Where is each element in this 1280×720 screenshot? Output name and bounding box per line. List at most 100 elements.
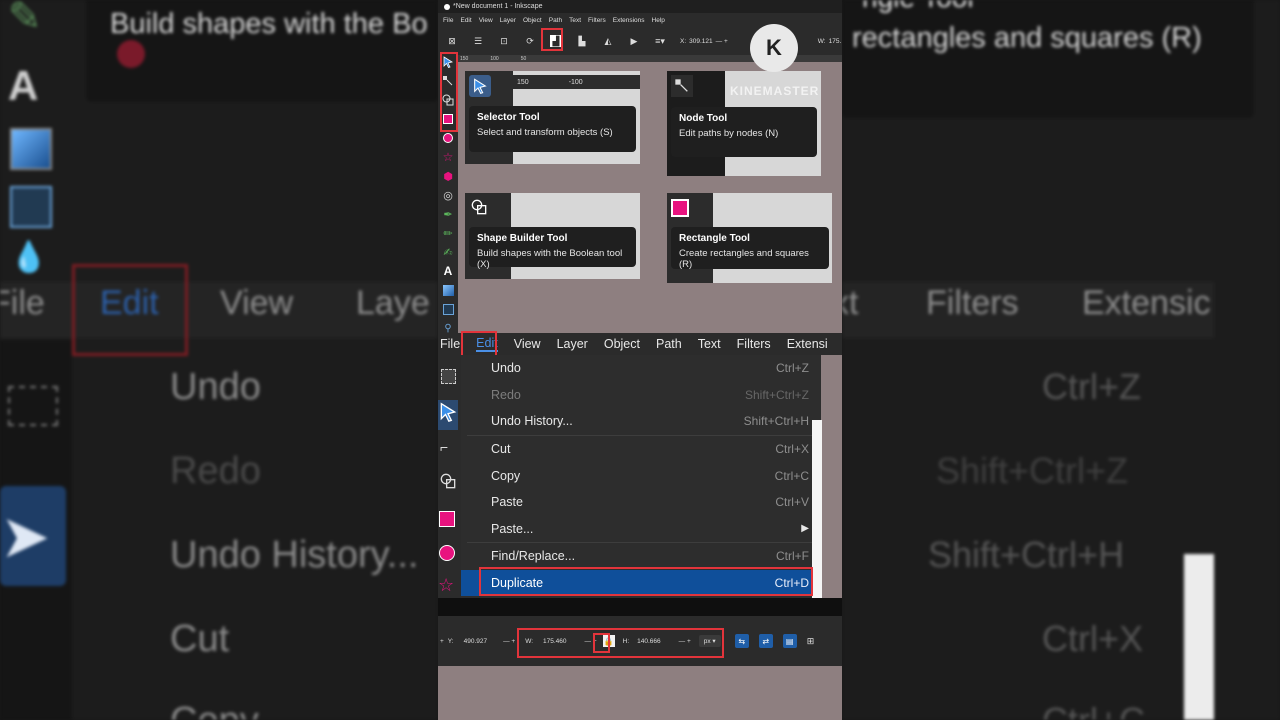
select-all-layers-icon[interactable]: ☰ [472,35,484,47]
menu-item-find-replace-label: Find/Replace... [491,549,576,564]
pencil-tool-icon[interactable]: ✏ [441,226,455,240]
shape-builder-tool-icon[interactable] [441,93,455,107]
menu-item-cut[interactable]: Cut Ctrl+X [461,436,821,463]
toolbox: ☆ ⬢ ◎ ✒ ✏ ✍ A ⚲ [438,52,458,342]
menu-help[interactable]: Help [652,17,665,24]
card-selector-tool: 150 -100 Selector Tool Select and transfo… [465,71,640,164]
mesh-tool-icon[interactable] [441,302,455,316]
selector-tool-zoomed-icon[interactable] [438,400,458,430]
w-value: 175.460 [543,637,567,645]
w-stepper[interactable]: — + [585,638,597,645]
h-field[interactable]: H: 140.666 — + [623,638,691,645]
menu-item-paste[interactable]: Paste Ctrl+V [461,489,821,516]
selector-tool-icon[interactable] [441,55,455,69]
flip-vertical-icon[interactable]: ▶ [628,35,640,47]
menu2-path[interactable]: Path [656,337,682,351]
rotate-icon[interactable]: ⟳ [524,35,536,47]
shape-builder-zoomed-icon[interactable] [440,473,456,494]
menu-filters[interactable]: Filters [588,17,606,24]
card-shape-builder-tool: Shape Builder Tool Build shapes with the… [465,193,640,279]
w-value-top: 175. [828,37,842,45]
spiral-tool-icon[interactable]: ◎ [441,188,455,202]
rectangle-tool-icon[interactable] [441,112,455,126]
ellipse-zoomed-icon[interactable] [439,545,455,561]
menu-item-redo: Redo Shift+Ctrl+Z [461,382,821,409]
node-tool-zoomed-icon[interactable]: ⌐ [440,439,448,455]
menu2-text[interactable]: Text [698,337,721,351]
scale-stroke-icon[interactable]: ⇆ [734,634,749,648]
gradient-tool-icon[interactable] [441,283,455,297]
pen-tool-icon[interactable]: ✒ [441,207,455,221]
bg-item-copy: Copy [170,700,259,720]
menu-layer[interactable]: Layer [500,17,516,24]
menu2-extensions[interactable]: Extensi [787,337,828,351]
star-tool-icon[interactable]: ☆ [441,150,455,164]
tooltip-rectangle-title: Rectangle Tool [679,233,750,244]
bg-menu-edit: Edit [100,284,159,322]
menu-item-paste-submenu[interactable]: Paste... ▶ [461,516,821,543]
w-field-top[interactable]: W: 175. [818,38,841,45]
lock-ratio-icon[interactable]: 🔒 [602,635,615,647]
dropdown-scrollbar[interactable] [812,420,822,598]
calligraphy-tool-icon[interactable]: ✍ [441,245,455,259]
box-3d-tool-icon[interactable]: ⬢ [441,169,455,183]
menu-item-undo-history[interactable]: Undo History... Shift+Ctrl+H [461,408,821,435]
move-patterns-icon[interactable]: ⊞ [807,636,815,647]
menu-item-paste-label: Paste [491,495,523,510]
menu-item-copy[interactable]: Copy Ctrl+C [461,462,821,489]
menu2-filters[interactable]: Filters [737,337,771,351]
menu-item-redo-shortcut: Shift+Ctrl+Z [744,387,809,402]
raise-to-top-icon[interactable]: ▟ [550,35,562,47]
menu-edit[interactable]: Edit [460,17,471,24]
node-tool-icon[interactable] [441,74,455,88]
ruler-label-2: 100 [490,55,499,62]
toolbox-zoomed: ⌐ ☆ [438,355,461,598]
text-tool-icon[interactable]: A [441,264,455,278]
menu-item-undo[interactable]: Undo Ctrl+Z [461,355,821,382]
menu-object[interactable]: Object [523,17,542,24]
blurred-background-right: ngle Tool rectangles and squares (R) xt … [842,0,1280,720]
bg-shortcut-undo: Ctrl+Z [1042,366,1141,407]
menu-item-find-replace[interactable]: Find/Replace... Ctrl+F [461,543,821,570]
unit-select[interactable]: px ▾ [698,635,721,647]
align-dropdown-icon[interactable]: ≡▾ [654,35,666,47]
menu2-layer[interactable]: Layer [557,337,588,351]
select-all-icon[interactable]: ⊠ [446,35,458,47]
ruler-label-3: 50 [520,55,527,62]
kinemaster-logo: K [750,24,798,72]
menu-item-duplicate[interactable]: Duplicate Ctrl+D [461,569,821,597]
flip-horizontal-icon[interactable]: ◭ [602,35,614,47]
w-field[interactable]: W: 175.460 — + [525,638,596,645]
menu-path[interactable]: Path [549,17,562,24]
tooltip-shape-builder: Shape Builder Tool Build shapes with the… [469,227,636,270]
x-stepper[interactable]: — + [716,38,728,45]
y-field[interactable]: + Y: 490.927— + [440,638,515,645]
y-stepper[interactable]: — + [503,638,515,645]
menu2-view[interactable]: View [514,337,541,351]
menu2-edit[interactable]: Edit [476,336,498,352]
move-gradients-icon[interactable]: ▤ [782,634,797,648]
menu-view[interactable]: View [479,17,493,24]
bg-shortcut-history: Shift+Ctrl+H [928,534,1125,575]
h-stepper[interactable]: — + [679,638,691,645]
bg-record-icon [117,40,145,68]
menu-file[interactable]: File [443,17,453,24]
menu-item-copy-label: Copy [491,468,521,483]
ellipse-tool-icon[interactable] [441,131,455,145]
star-zoomed-icon[interactable]: ☆ [438,575,454,596]
tooltip-selector-desc: Select and transform objects (S) [477,127,613,138]
menu-extensions[interactable]: Extensions [613,17,645,24]
deselect-icon[interactable]: ⊡ [498,35,510,47]
menu2-file[interactable]: File [440,337,460,351]
y-label: Y: [447,637,454,645]
rectangle-zoomed-icon[interactable] [439,511,455,527]
bg-tip-text: Build shapes with the Bo [110,8,428,40]
scale-radius-icon[interactable]: ⇄ [758,634,773,648]
x-field[interactable]: X: 309.121— + [680,38,728,45]
menu-text[interactable]: Text [569,17,581,24]
lower-icon[interactable]: ▙ [576,35,588,47]
menu2-object[interactable]: Object [604,337,640,351]
card-ruler: 150 -100 [499,75,640,89]
select-same-icon[interactable] [441,369,456,384]
ruler-label-1: 150 [460,55,469,62]
